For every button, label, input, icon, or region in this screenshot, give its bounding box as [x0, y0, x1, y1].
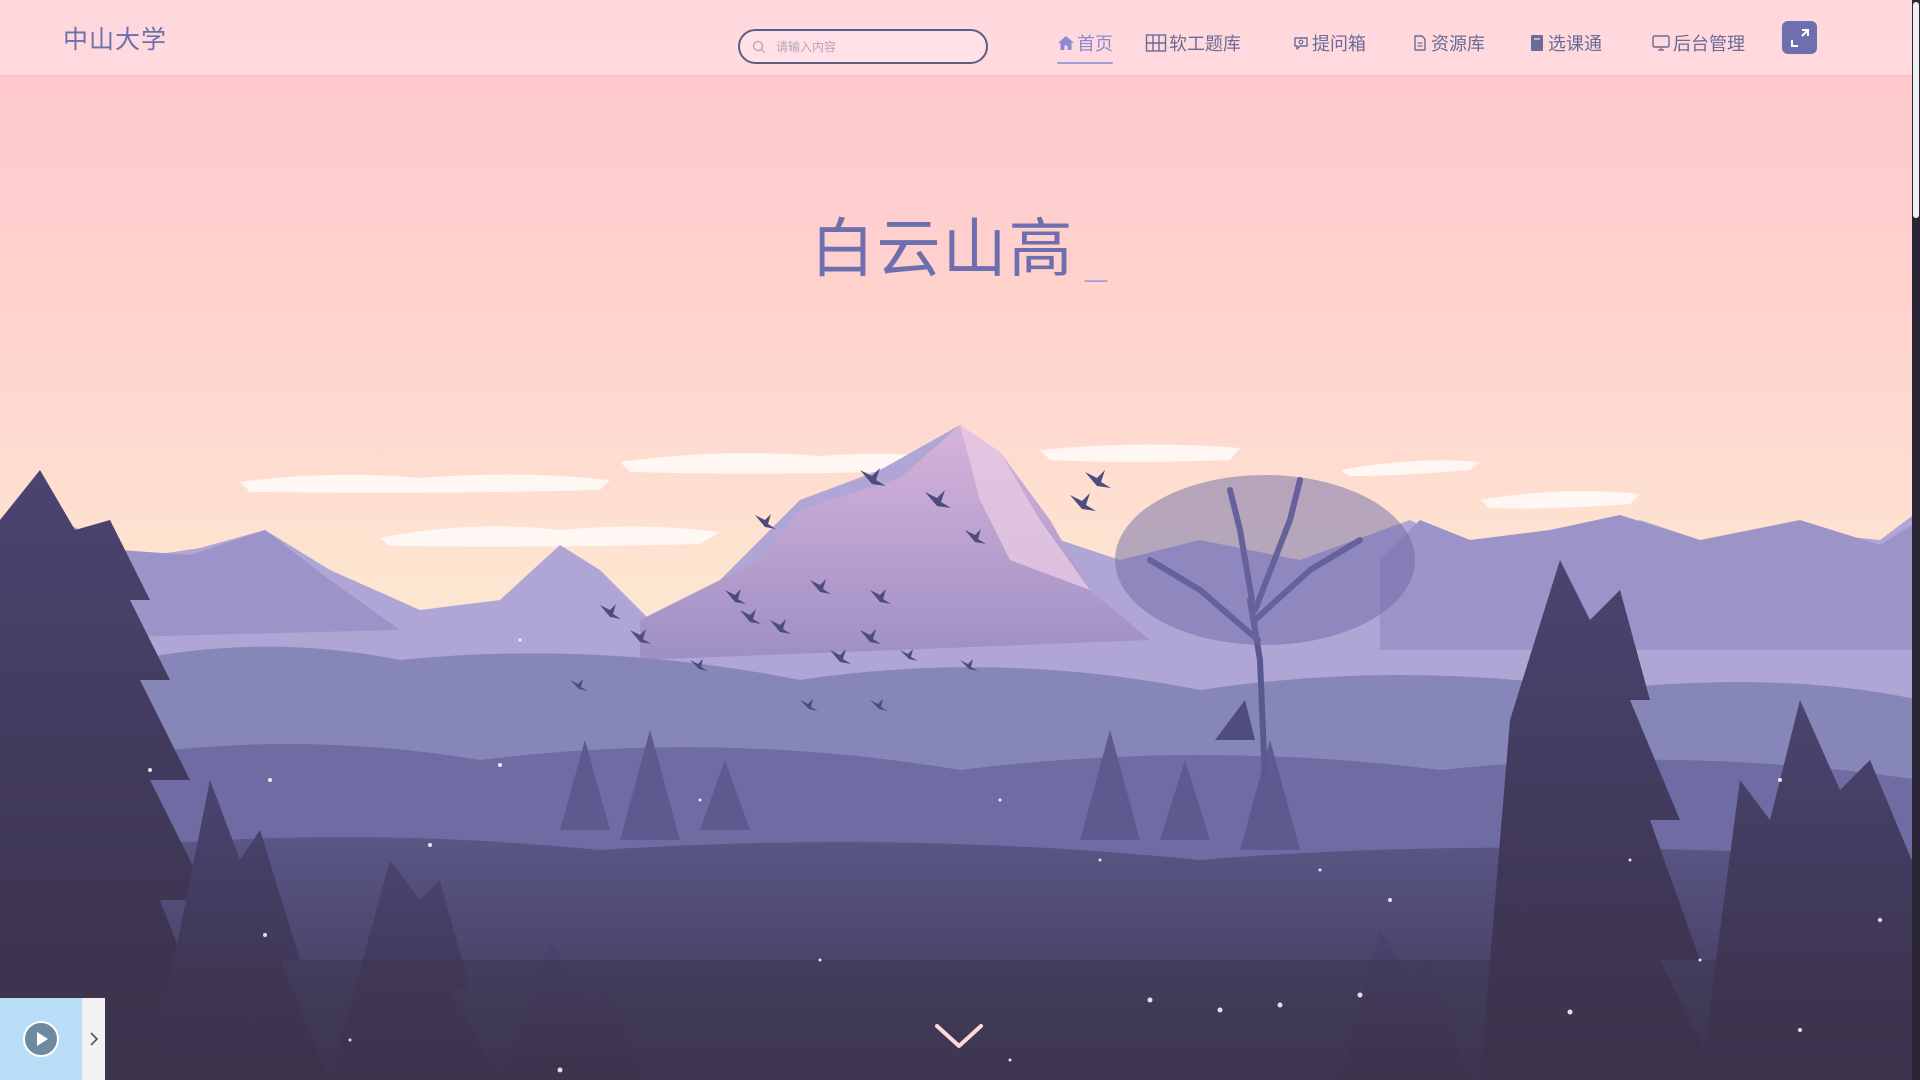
nav-item-question-bank[interactable]: 软工题库 [1145, 30, 1241, 56]
search-box[interactable] [738, 29, 988, 64]
page-scrollbar[interactable] [1912, 0, 1920, 1080]
nav-item-course-selection[interactable]: 选课通 [1528, 30, 1602, 56]
home-icon [1058, 36, 1074, 50]
nav-item-home[interactable]: 首页 [1057, 30, 1113, 64]
search-input[interactable] [776, 39, 966, 54]
hero-background [0, 0, 1920, 1080]
monitor-icon [1652, 35, 1670, 51]
nav-item-label: 软工题库 [1169, 34, 1241, 55]
nav-item-label: 资源库 [1431, 34, 1485, 55]
nav-item-label: 选课通 [1548, 34, 1602, 55]
nav-item-admin[interactable]: 后台管理 [1651, 30, 1745, 56]
scrollbar-thumb[interactable] [1913, 2, 1919, 218]
player-toggle-button[interactable] [82, 998, 105, 1080]
nav-item-label: 提问箱 [1312, 34, 1366, 55]
document-icon [1414, 35, 1426, 51]
site-logo[interactable]: 中山大学 [63, 20, 167, 56]
fullscreen-icon [1790, 28, 1809, 47]
chevron-down-icon [935, 1024, 983, 1048]
typing-cursor: _ [1084, 228, 1110, 282]
hero-title-text: 白云山高 [810, 213, 1075, 287]
fullscreen-button[interactable] [1782, 21, 1817, 54]
nav-item-resources[interactable]: 资源库 [1411, 30, 1485, 56]
play-icon [23, 1021, 59, 1057]
grid-icon [1145, 34, 1167, 52]
nav-item-label: 后台管理 [1673, 34, 1745, 55]
notebook-icon [1531, 35, 1543, 51]
search-icon [752, 40, 765, 53]
hero-title: 白云山高 _ [0, 198, 1920, 290]
music-player [0, 998, 105, 1080]
play-button[interactable] [0, 998, 82, 1080]
nav-item-question-box[interactable]: 提问箱 [1292, 30, 1366, 56]
mountain-landscape-illustration [0, 0, 1920, 1080]
scroll-down-button[interactable] [934, 1018, 984, 1052]
chevron-right-icon [89, 1032, 98, 1046]
top-navbar: 中山大学 首页 软工题库 [0, 0, 1920, 75]
nav-item-label: 首页 [1077, 34, 1113, 55]
chat-icon [1294, 37, 1308, 50]
